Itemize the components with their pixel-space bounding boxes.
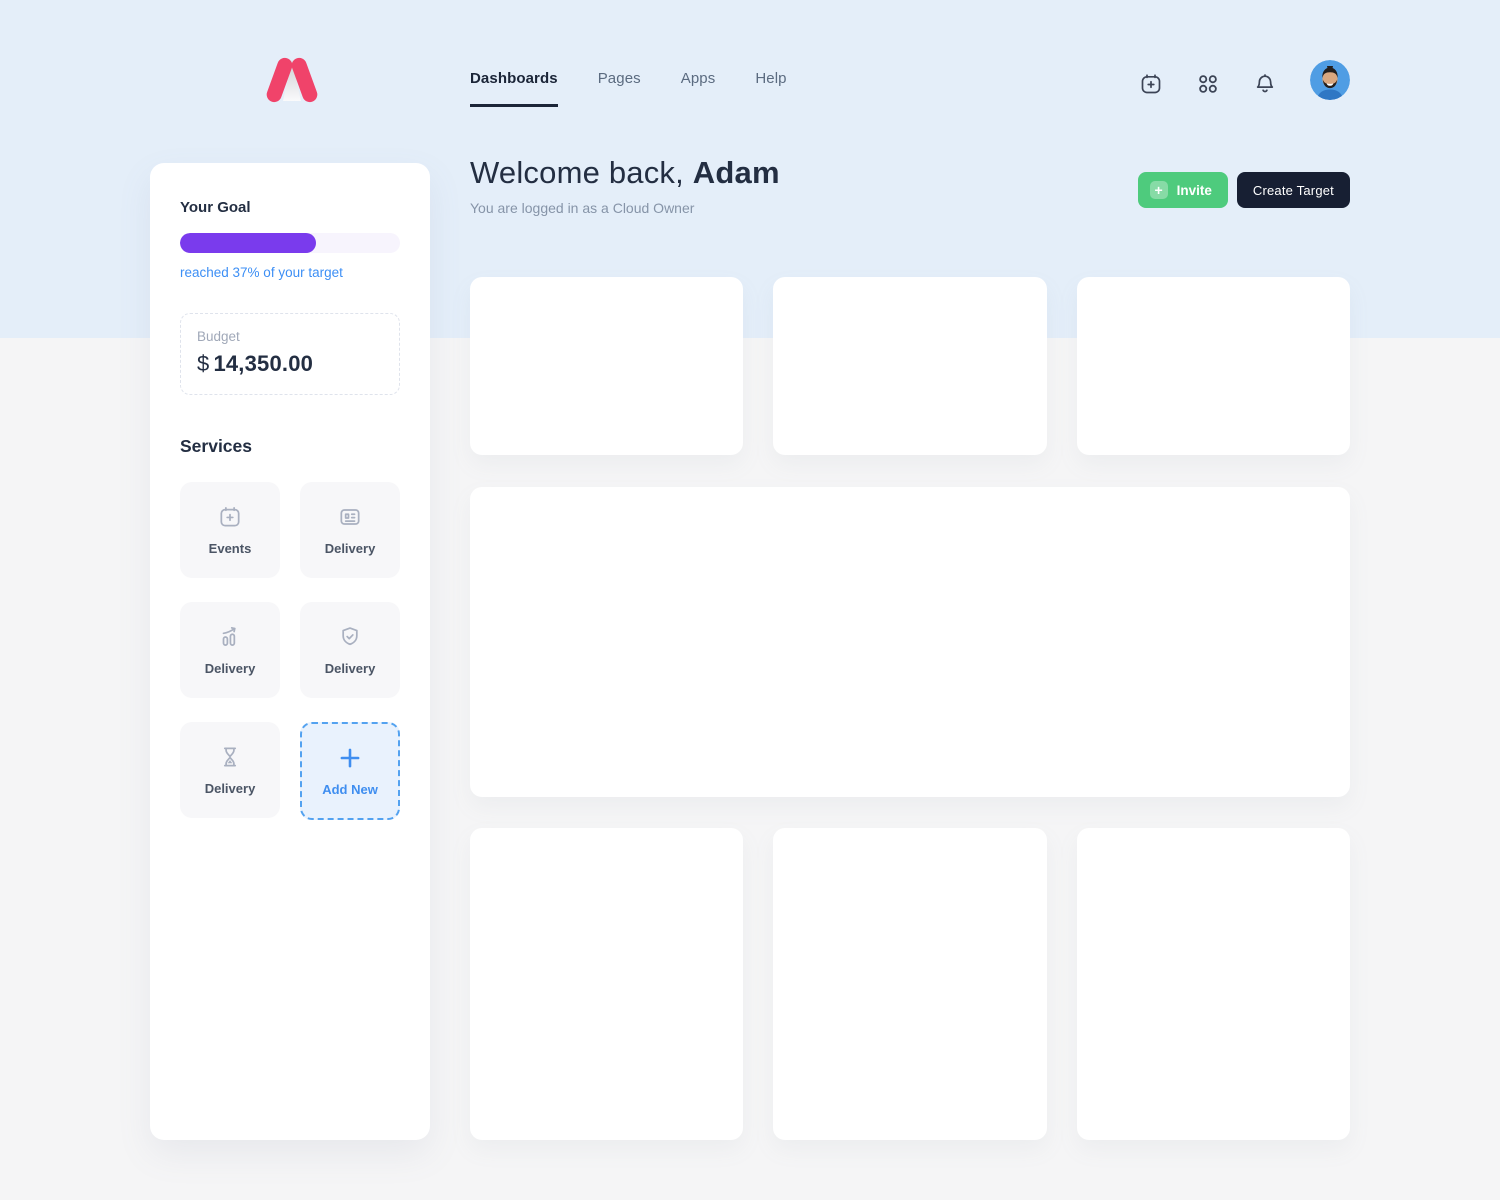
cards-row-top [470, 277, 1350, 455]
topbar-actions [1139, 68, 1350, 100]
primary-nav: Dashboards Pages Apps Help [470, 70, 787, 107]
header-actions: + Invite Create Target [1138, 172, 1350, 208]
plus-icon: + [1150, 181, 1168, 199]
shield-check-icon [337, 624, 363, 650]
greeting-prefix: Welcome back, [470, 155, 684, 190]
nav-item-apps[interactable]: Apps [681, 70, 716, 107]
plus-icon [337, 745, 363, 771]
invite-button[interactable]: + Invite [1138, 172, 1228, 208]
budget-label: Budget [197, 329, 383, 344]
service-tile-label: Events [209, 541, 252, 556]
add-event-icon[interactable] [1139, 72, 1163, 96]
nav-item-dashboards[interactable]: Dashboards [470, 70, 558, 107]
dashboard-card [773, 828, 1046, 1140]
greeting-subtitle: You are logged in as a Cloud Owner [470, 200, 780, 216]
add-new-service-tile[interactable]: Add New [300, 722, 400, 820]
dashboard-card [773, 277, 1046, 455]
brand-logo-icon[interactable] [262, 56, 322, 104]
service-tile-delivery-hourglass[interactable]: Delivery [180, 722, 280, 818]
budget-box: Budget $14,350.00 [180, 313, 400, 395]
services-grid: Events Delivery Delivery [180, 482, 400, 820]
dashboard-card [1077, 828, 1350, 1140]
service-tile-delivery-chart[interactable]: Delivery [180, 602, 280, 698]
user-avatar[interactable] [1310, 60, 1350, 100]
document-icon [337, 504, 363, 530]
goal-title: Your Goal [180, 199, 400, 216]
service-tile-delivery-shield[interactable]: Delivery [300, 602, 400, 698]
nav-item-pages[interactable]: Pages [598, 70, 641, 107]
budget-currency: $ [197, 351, 209, 376]
service-tile-label: Delivery [205, 781, 256, 796]
invite-button-label: Invite [1177, 183, 1212, 198]
dashboard-card [470, 828, 743, 1140]
cards-row-bottom [470, 828, 1350, 1140]
notifications-icon[interactable] [1253, 72, 1277, 96]
service-tile-label: Delivery [325, 541, 376, 556]
calendar-plus-icon [217, 504, 243, 530]
create-target-button[interactable]: Create Target [1237, 172, 1350, 208]
service-tile-label: Add New [322, 782, 378, 797]
bar-chart-icon [217, 624, 243, 650]
budget-value: 14,350.00 [213, 351, 313, 376]
goal-caption: reached 37% of your target [180, 265, 400, 280]
goal-progress-bar [180, 233, 400, 253]
service-tile-delivery-doc[interactable]: Delivery [300, 482, 400, 578]
service-tile-events[interactable]: Events [180, 482, 280, 578]
greeting-name: Adam [693, 155, 780, 190]
service-tile-label: Delivery [325, 661, 376, 676]
budget-amount: $14,350.00 [197, 351, 383, 377]
page-title: Welcome back, Adam [470, 155, 780, 191]
hourglass-icon [217, 744, 243, 770]
dashboard-card [1077, 277, 1350, 455]
goal-progress-fill [180, 233, 316, 253]
sidebar: Your Goal reached 37% of your target Bud… [150, 163, 430, 1140]
apps-grid-icon[interactable] [1196, 72, 1220, 96]
greeting-block: Welcome back, Adam You are logged in as … [470, 155, 780, 216]
service-tile-label: Delivery [205, 661, 256, 676]
services-title: Services [180, 436, 400, 457]
nav-item-help[interactable]: Help [755, 70, 786, 107]
dashboard-card-wide [470, 487, 1350, 797]
dashboard-card [470, 277, 743, 455]
